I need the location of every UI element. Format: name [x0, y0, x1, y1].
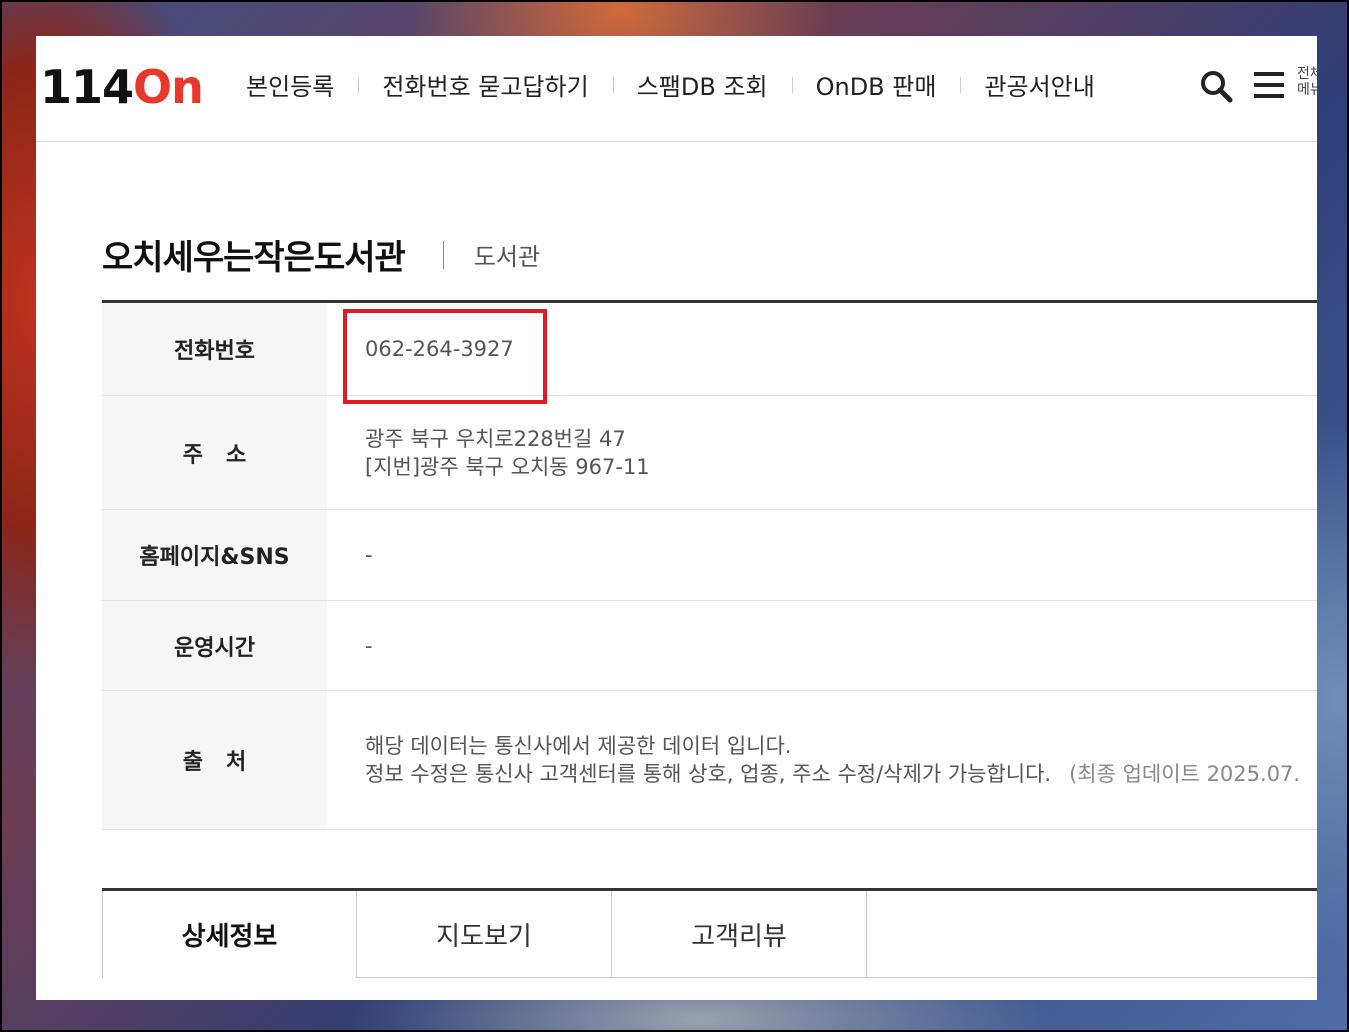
place-info-table: 전화번호 062-264-3927 주 소 광주 북구 우치로228번길 47 …	[102, 300, 1317, 830]
info-row-hours: 운영시간 -	[102, 601, 1317, 691]
homepage-value: -	[327, 510, 1317, 600]
nav-public-office[interactable]: 관공서안내	[960, 67, 1118, 102]
update-note: (최종 업데이트 2025.07.	[1069, 762, 1301, 786]
hours-label: 운영시간	[102, 601, 327, 690]
source-line-2-text: 정보 수정은 통신사 고객센터를 통해 상호, 업종, 주소 수정/삭제가 가능…	[365, 762, 1052, 786]
title-divider	[442, 240, 444, 269]
info-row-address: 주 소 광주 북구 우치로228번길 47 [지번]광주 북구 오치동 967-…	[102, 396, 1317, 510]
tab-map[interactable]: 지도보기	[357, 891, 612, 978]
site-header: 114On 본인등록 전화번호 묻고답하기 스팸DB 조회 OnDB 판매 관공…	[36, 36, 1317, 142]
phone-label: 전화번호	[102, 303, 327, 395]
address-value: 광주 북구 우치로228번길 47 [지번]광주 북구 오치동 967-11	[327, 396, 1317, 509]
address-label: 주 소	[102, 396, 327, 509]
main-nav: 본인등록 전화번호 묻고답하기 스팸DB 조회 OnDB 판매 관공서안내	[246, 66, 1119, 102]
source-value: 해당 데이터는 통신사에서 제공한 데이터 입니다. 정보 수정은 통신사 고객…	[327, 691, 1317, 829]
tab-reviews[interactable]: 고객리뷰	[612, 891, 867, 978]
address-lot: [지번]광주 북구 오치동 967-11	[365, 454, 650, 479]
tab-details[interactable]: 상세정보	[102, 891, 357, 978]
place-category: 도서관	[473, 243, 541, 271]
site-logo[interactable]: 114On	[40, 60, 204, 114]
search-icon[interactable]	[1198, 68, 1234, 104]
logo-on: On	[133, 60, 204, 114]
logo-number: 114	[40, 60, 134, 114]
tabs-filler	[867, 891, 1317, 978]
nav-phone-qna[interactable]: 전화번호 묻고답하기	[358, 67, 612, 102]
nav-spam-db[interactable]: 스팸DB 조회	[612, 67, 792, 102]
homepage-label: 홈페이지&SNS	[102, 510, 327, 600]
source-label: 출 처	[102, 691, 327, 829]
hours-text: -	[365, 633, 373, 658]
all-menu-label[interactable]: 전체 메뉴	[1297, 66, 1317, 98]
nav-register[interactable]: 본인등록	[246, 67, 358, 102]
address-road: 광주 북구 우치로228번길 47	[365, 426, 626, 451]
place-title-row: 오치세우는작은도서관 도서관	[102, 230, 540, 279]
info-row-source: 출 처 해당 데이터는 통신사에서 제공한 데이터 입니다. 정보 수정은 통신…	[102, 691, 1317, 830]
source-line-2: 정보 수정은 통신사 고객센터를 통해 상호, 업종, 주소 수정/삭제가 가능…	[365, 760, 1317, 788]
phone-number-text: 062-264-3927	[365, 337, 514, 361]
hamburger-menu-icon[interactable]	[1252, 68, 1288, 104]
info-row-homepage: 홈페이지&SNS -	[102, 510, 1317, 601]
detail-tabs: 상세정보 지도보기 고객리뷰	[102, 888, 1317, 978]
homepage-text: -	[365, 543, 373, 567]
place-name: 오치세우는작은도서관	[102, 238, 406, 278]
page-panel: 114On 본인등록 전화번호 묻고답하기 스팸DB 조회 OnDB 판매 관공…	[36, 36, 1317, 1000]
hours-value: -	[327, 601, 1317, 690]
source-line-1: 해당 데이터는 통신사에서 제공한 데이터 입니다.	[365, 734, 792, 758]
nav-ondb-sale[interactable]: OnDB 판매	[791, 67, 961, 102]
info-row-phone: 전화번호 062-264-3927	[102, 303, 1317, 396]
phone-number[interactable]: 062-264-3927	[327, 303, 1317, 395]
